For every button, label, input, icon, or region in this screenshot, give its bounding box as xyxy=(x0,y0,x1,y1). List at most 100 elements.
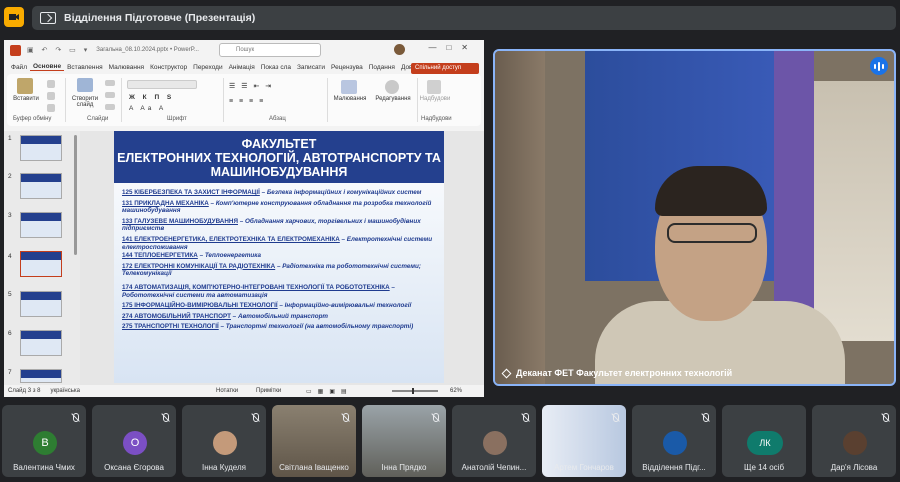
font-name-select[interactable] xyxy=(127,80,197,89)
participant-tile[interactable]: Артем Гончаров xyxy=(542,405,626,477)
present-screen-icon xyxy=(40,12,56,24)
slide-thumbnail-4[interactable] xyxy=(20,251,62,277)
participant-name: Артем Гончаров xyxy=(554,463,614,472)
participant-tile[interactable]: Дар'я Лісова xyxy=(812,405,896,477)
new-slide-icon xyxy=(77,78,93,92)
comments-button[interactable]: Примітки xyxy=(256,388,281,394)
presentation-banner[interactable]: Відділення Підготовче (Презентація) xyxy=(32,6,896,30)
participant-name: Дар'я Лісова xyxy=(830,463,878,472)
drawing-button[interactable]: Малювання xyxy=(329,96,371,102)
mic-off-icon xyxy=(880,413,890,423)
slide-thumbnail-2[interactable] xyxy=(20,173,62,199)
notes-button[interactable]: Нотатки xyxy=(216,388,238,394)
list-item: 172 ЕЛЕКТРОННІ КОМУНІКАЦІЇ ТА РАДІОТЕХНІ… xyxy=(122,262,421,278)
slide-title-line: МАШИНОБУДУВАННЯ xyxy=(210,165,348,179)
mic-off-icon xyxy=(160,413,170,423)
powerpoint-logo-icon xyxy=(10,44,21,56)
slide[interactable]: ФАКУЛЬТЕТ ЕЛЕКТРОННИХ ТЕХНОЛОГІЙ, АВТОТР… xyxy=(114,131,444,383)
view-buttons[interactable]: ▭▦▣▤ xyxy=(306,388,353,395)
quick-access-icons[interactable]: ▣ ↶ ↷ ▭ ▾ xyxy=(27,46,90,54)
paste-button[interactable]: Вставити xyxy=(11,96,41,102)
status-bar: Слайд 3 з 8 українська Нотатки Примітки … xyxy=(4,385,484,397)
meet-logo-icon[interactable] xyxy=(4,7,24,27)
participant-tile[interactable]: О Оксана Єгорова xyxy=(92,405,176,477)
participant-tile[interactable]: Світлана Іващенко xyxy=(272,405,356,477)
slides-group-label: Слайди xyxy=(87,116,109,122)
user-avatar[interactable] xyxy=(394,44,405,55)
avatar: В xyxy=(33,431,57,455)
zoom-level[interactable]: 62% xyxy=(450,388,462,394)
ppt-titlebar: ▣ ↶ ↷ ▭ ▾ Загальна_08.10.2024.pptx • Pow… xyxy=(4,40,484,60)
thumb-number: 2 xyxy=(8,173,12,180)
tab-transitions[interactable]: Переходи xyxy=(190,64,225,71)
video-background xyxy=(495,51,545,384)
participant-name: Анатолій Чепин... xyxy=(461,463,527,472)
slide-title: ФАКУЛЬТЕТ ЕЛЕКТРОННИХ ТЕХНОЛОГІЙ, АВТОТР… xyxy=(114,131,444,183)
tab-draw[interactable]: Малювання xyxy=(106,64,147,71)
slide-thumbnail-1[interactable] xyxy=(20,135,62,161)
participant-tile[interactable]: Відділення Підг... xyxy=(632,405,716,477)
font-color-buttons[interactable]: A Aa A xyxy=(129,105,209,112)
slide-title-line: ЕЛЕКТРОННИХ ТЕХНОЛОГІЙ, АВТОТРАНСПОРТУ Т… xyxy=(117,151,441,165)
participant-tile[interactable]: Анатолій Чепин... xyxy=(452,405,536,477)
shared-screen-powerpoint: ▣ ↶ ↷ ▭ ▾ Загальна_08.10.2024.pptx • Pow… xyxy=(4,40,484,397)
mic-off-icon xyxy=(70,413,80,423)
thumb-number: 6 xyxy=(8,330,12,337)
ribbon-separator xyxy=(327,78,328,122)
thumbnails-scrollbar[interactable] xyxy=(74,135,77,255)
slide-thumbnail-7[interactable] xyxy=(20,369,62,383)
list-item: 144 ТЕПЛОЕНЕРГЕТИКА – Теплоенергетика xyxy=(122,252,262,260)
addins-button[interactable]: Надбудови xyxy=(417,96,453,102)
section-icon[interactable] xyxy=(105,104,115,110)
slide-title-line: ФАКУЛЬТЕТ xyxy=(241,137,317,151)
thumb-number: 1 xyxy=(8,135,12,142)
copy-icon[interactable] xyxy=(47,92,55,100)
mic-off-icon xyxy=(700,413,710,423)
tab-review[interactable]: Рецензува xyxy=(328,64,366,71)
slide-thumbnail-5[interactable] xyxy=(20,291,62,317)
paragraph-align-buttons[interactable]: ≡ ≡ ≡ ≡ xyxy=(229,98,319,105)
editing-button[interactable]: Редагування xyxy=(371,96,415,102)
list-item: 133 ГАЛУЗЕВЕ МАШИНОБУДУВАННЯ – Обладнанн… xyxy=(122,217,421,233)
search-input[interactable]: Пошук xyxy=(219,43,321,57)
participant-name: Інна Куделя xyxy=(202,463,246,472)
tab-file[interactable]: Файл xyxy=(8,64,30,71)
layout-icon[interactable] xyxy=(105,80,115,86)
thumb-number: 4 xyxy=(8,253,12,260)
list-item: 125 КІБЕРБЕЗПЕКА ТА ЗАХИСТ ІНФОРМАЦІЇ – … xyxy=(122,189,422,196)
participant-tile[interactable]: Інна Прядко xyxy=(362,405,446,477)
participant-name: Світлана Іващенко xyxy=(279,463,349,472)
tab-animations[interactable]: Анімація xyxy=(226,64,258,71)
format-painter-icon[interactable] xyxy=(47,104,55,112)
speaker-name: Деканат ФЕТ Факультет електронних технол… xyxy=(501,368,733,378)
zoom-slider[interactable] xyxy=(392,390,438,392)
ribbon-separator xyxy=(121,78,122,122)
reset-icon[interactable] xyxy=(105,92,115,98)
speaker-video-tile[interactable]: Деканат ФЕТ Факультет електронних технол… xyxy=(493,49,896,386)
window-controls[interactable]: —□✕ xyxy=(428,43,478,52)
tab-record[interactable]: Записати xyxy=(294,64,328,71)
slide-thumbnail-6[interactable] xyxy=(20,330,62,356)
language-indicator[interactable]: українська xyxy=(50,388,80,394)
tab-design[interactable]: Конструктор xyxy=(147,64,190,71)
tab-slideshow[interactable]: Показ сла xyxy=(258,64,294,71)
list-item: 141 ЕЛЕКТРОЕНЕРГЕТИКА, ЕЛЕКТРОТЕХНІКА ТА… xyxy=(122,235,433,251)
speaker-name-label: Деканат ФЕТ Факультет електронних технол… xyxy=(516,368,733,378)
slide-thumbnail-3[interactable] xyxy=(20,212,62,238)
new-slide-button[interactable]: Створити слайд xyxy=(67,96,103,108)
font-format-buttons[interactable]: Ж К П S xyxy=(129,94,209,101)
tab-view[interactable]: Подання xyxy=(366,64,398,71)
share-button[interactable]: Спільний доступ xyxy=(411,63,479,74)
participant-tile[interactable]: Інна Куделя xyxy=(182,405,266,477)
list-item: 275 ТРАНСПОРТНІ ТЕХНОЛОГІЇ – Транспортні… xyxy=(122,323,414,331)
cut-icon[interactable] xyxy=(47,80,55,88)
participant-name: Відділення Підг... xyxy=(642,463,706,472)
avatar: О xyxy=(123,431,147,455)
paragraph-list-buttons[interactable]: ☰ ☰ ⇤ ⇥ xyxy=(229,82,319,90)
tab-insert[interactable]: Вставлення xyxy=(64,64,106,71)
mic-off-icon xyxy=(520,413,530,423)
participant-tile[interactable]: В Валентина Чмих xyxy=(2,405,86,477)
zoom-slider-knob[interactable] xyxy=(412,388,414,394)
more-participants-tile[interactable]: ЛК Ще 14 осіб xyxy=(722,405,806,477)
tab-home[interactable]: Основне xyxy=(29,63,65,71)
